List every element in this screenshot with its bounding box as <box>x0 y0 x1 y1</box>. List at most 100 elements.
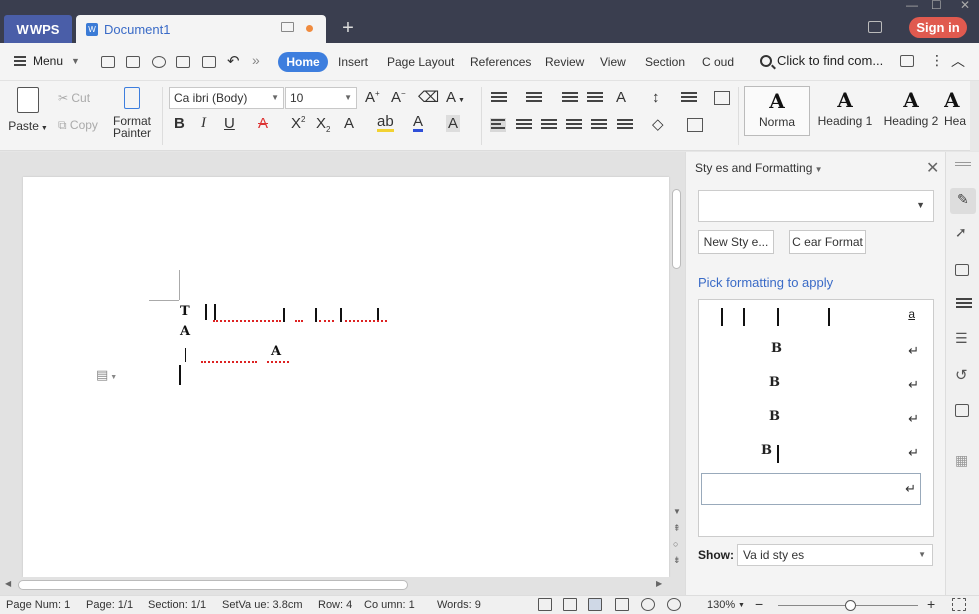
increase-indent-icon[interactable] <box>587 92 603 106</box>
list-item-selected[interactable]: ↵ <box>701 473 921 505</box>
main-menu-button[interactable]: Menu ▼ <box>14 54 80 68</box>
justify-icon[interactable] <box>566 119 582 133</box>
document-page[interactable]: T A A ▤ ▼ <box>23 177 669 577</box>
outline-view-icon[interactable] <box>615 598 629 611</box>
font-color-icon[interactable]: A <box>413 114 424 132</box>
list-item[interactable]: a <box>699 302 933 332</box>
copy-button[interactable]: ⧉ Copy <box>58 118 98 133</box>
select-browse-object-icon[interactable]: ○ <box>673 539 678 549</box>
paragraph-options-icon[interactable]: ▤ ▼ <box>96 367 117 383</box>
undo-icon[interactable]: ↶ <box>227 52 240 70</box>
table-of-contents-icon[interactable] <box>714 91 730 105</box>
find-command-search[interactable]: Click to find com... <box>760 53 883 68</box>
maximize-icon[interactable]: ☐ <box>931 0 942 12</box>
numbered-list-icon[interactable] <box>526 92 542 106</box>
scroll-right-icon[interactable]: ▶ <box>656 579 662 588</box>
status-column[interactable]: Co umn: 1 <box>364 599 415 611</box>
wps-app-tab[interactable]: W WPS <box>4 15 72 43</box>
superscript-icon[interactable]: X2 <box>291 115 305 132</box>
status-section[interactable]: Section: 1/1 <box>148 599 206 611</box>
reading-mode-icon[interactable] <box>563 598 577 611</box>
paste-button[interactable]: Paste ▼ <box>8 87 48 133</box>
subscript-icon[interactable]: X2 <box>316 115 330 134</box>
paragraph-spacing-icon[interactable] <box>617 119 633 133</box>
adjust-settings-icon[interactable]: ☰ <box>955 330 971 346</box>
apps-grid-icon[interactable]: ▦ <box>955 452 971 468</box>
zoom-in-button[interactable]: + <box>927 596 935 612</box>
style-heading-3[interactable]: A Hea <box>944 86 970 136</box>
drag-handle-icon[interactable] <box>955 162 971 166</box>
collapse-ribbon-icon[interactable]: ︿ <box>951 51 965 71</box>
font-size-select[interactable]: 10 ▼ <box>285 87 357 109</box>
next-page-icon[interactable]: ⇟ <box>673 555 681 566</box>
shading-icon[interactable]: ◇ <box>652 115 664 133</box>
scrollbar-thumb[interactable] <box>18 580 408 590</box>
open-folder-icon[interactable] <box>101 56 115 68</box>
status-row[interactable]: Row: 4 <box>318 599 352 611</box>
full-screen-icon[interactable] <box>538 598 552 611</box>
text-effect-icon[interactable]: A ▼ <box>446 89 465 106</box>
comment-icon[interactable] <box>900 55 914 67</box>
style-heading-1[interactable]: A Heading 1 <box>812 86 878 136</box>
style-heading-2[interactable]: A Heading 2 <box>878 86 944 136</box>
web-layout-icon[interactable] <box>641 598 655 611</box>
document-tab[interactable]: W Document1 <box>76 15 326 43</box>
text-style-icon[interactable]: A <box>344 115 354 132</box>
print-preview-icon[interactable] <box>202 56 216 68</box>
bullet-list-icon[interactable] <box>491 92 507 106</box>
zoom-out-button[interactable]: − <box>755 596 763 612</box>
sign-in-button[interactable]: Sign in <box>909 17 967 38</box>
print-icon[interactable] <box>176 56 190 68</box>
zoom-level[interactable]: 130% <box>707 599 735 611</box>
tab-page-layout[interactable]: Page Layout <box>387 55 454 69</box>
decrease-indent-icon[interactable] <box>562 92 578 106</box>
zoom-slider-knob[interactable] <box>845 600 856 611</box>
underline-button[interactable]: U <box>224 115 235 132</box>
style-normal[interactable]: A Norma <box>744 86 810 136</box>
bold-button[interactable]: B <box>174 115 185 132</box>
show-styles-select[interactable]: Va id sty es ▼ <box>737 544 933 566</box>
library-icon[interactable] <box>955 404 969 417</box>
more-options-icon[interactable]: ⋮ <box>930 52 944 69</box>
tab-home[interactable]: Home <box>278 52 328 72</box>
sort-icon[interactable]: ↕ <box>652 89 660 106</box>
tab-insert[interactable]: Insert <box>338 55 368 69</box>
grow-font-icon[interactable]: A+ <box>365 89 380 106</box>
list-item[interactable]: B ↵ <box>699 405 933 435</box>
eraser-icon[interactable]: ⌫ <box>418 88 439 106</box>
document-vertical-scrollbar[interactable]: ▼ ⇞ ○ ⇟ <box>670 177 683 582</box>
fit-window-icon[interactable] <box>952 598 966 611</box>
align-center-icon[interactable] <box>516 119 532 133</box>
lock-icon[interactable] <box>955 264 969 276</box>
status-page[interactable]: Page: 1/1 <box>86 599 133 611</box>
highlight-icon[interactable]: ab <box>377 114 394 132</box>
scroll-left-icon[interactable]: ◀ <box>5 579 11 588</box>
align-right-icon[interactable] <box>541 119 557 133</box>
cut-button[interactable]: ✂ Cut <box>58 91 90 105</box>
ribbon-scrollbar[interactable] <box>970 81 979 151</box>
list-item[interactable]: B ↵ <box>699 371 933 401</box>
pane-title-button[interactable]: Sty es and Formatting ▼ <box>695 161 823 175</box>
format-painter-button[interactable]: Format Painter <box>110 87 154 139</box>
tab-review[interactable]: Review <box>545 55 584 69</box>
previous-page-icon[interactable]: ⇞ <box>673 523 681 534</box>
save-icon[interactable] <box>126 56 140 68</box>
monitor-icon[interactable] <box>281 22 294 32</box>
italic-button[interactable]: I <box>201 115 206 132</box>
export-icon[interactable] <box>152 56 166 68</box>
borders-icon[interactable] <box>687 118 703 132</box>
status-setvalue[interactable]: SetVa ue: 3.8cm <box>222 599 303 611</box>
more-tools-icon[interactable]: » <box>252 52 260 68</box>
tab-section[interactable]: Section <box>645 55 685 69</box>
close-icon[interactable]: ✕ <box>926 158 939 178</box>
scrollbar-thumb[interactable] <box>672 189 681 269</box>
history-icon[interactable]: ↺ <box>955 366 971 384</box>
select-cursor-icon[interactable]: ➚ <box>955 224 971 240</box>
font-name-select[interactable]: Ca ibri (Body) ▼ <box>169 87 284 109</box>
status-words[interactable]: Words: 9 <box>437 599 481 611</box>
status-page-num[interactable]: Page Num: 1 <box>6 599 70 611</box>
current-style-select[interactable]: ▼ <box>698 190 934 222</box>
distribute-icon[interactable] <box>591 119 607 133</box>
minimize-icon[interactable]: — <box>906 0 918 12</box>
shrink-font-icon[interactable]: A− <box>391 89 406 106</box>
